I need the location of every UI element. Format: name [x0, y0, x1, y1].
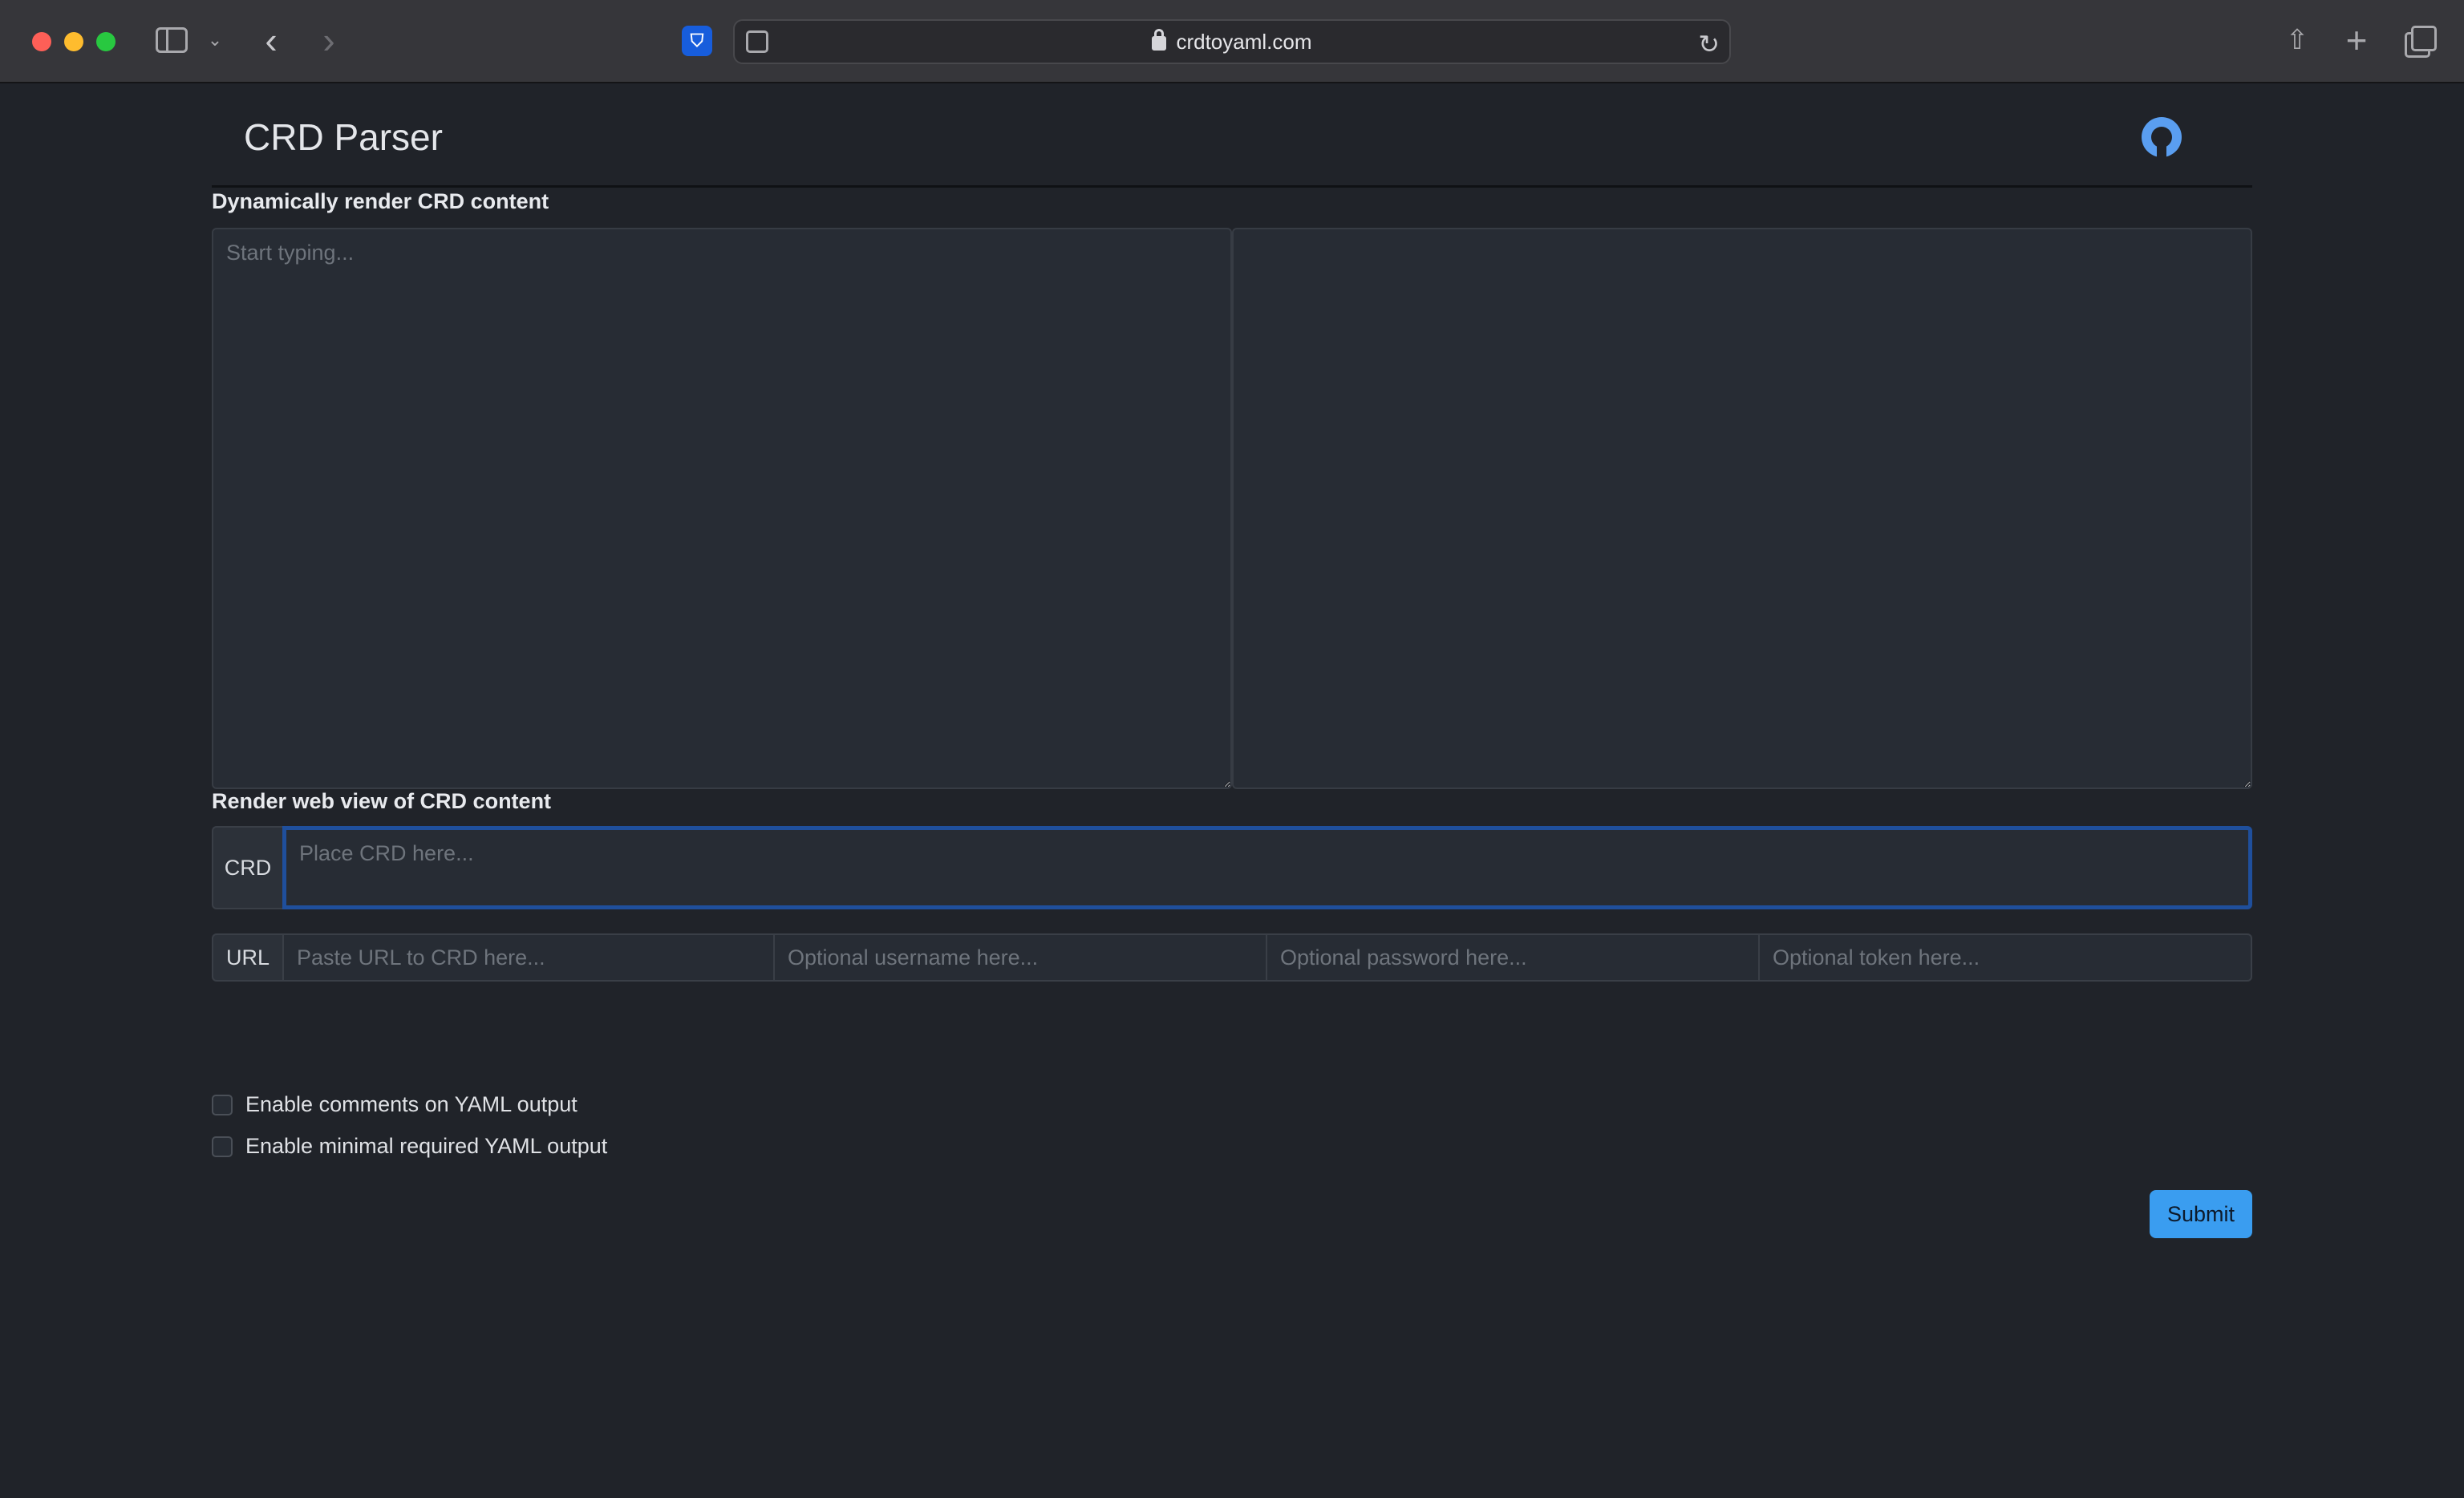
comments-option[interactable]: Enable comments on YAML output — [212, 1092, 578, 1117]
url-input-group: URL — [212, 933, 2252, 982]
minimal-option[interactable]: Enable minimal required YAML output — [212, 1134, 607, 1159]
url-text[interactable]: crdtoyaml.com — [1176, 30, 1311, 55]
maximize-window-button[interactable] — [96, 32, 116, 51]
crd-addon-label: CRD — [212, 826, 282, 909]
crd-url-input[interactable] — [282, 933, 775, 982]
forward-icon[interactable]: › — [314, 19, 343, 61]
page-content: CRD Parser Dynamically render CRD conten… — [212, 83, 2252, 1238]
chevron-down-icon[interactable]: ⌄ — [205, 27, 225, 53]
lock-icon — [1152, 29, 1167, 51]
password-input[interactable] — [1267, 933, 1760, 982]
yaml-output-area[interactable] — [1232, 228, 2252, 789]
minimize-window-button[interactable] — [64, 32, 83, 51]
sidebar-icon[interactable] — [156, 27, 188, 53]
close-window-button[interactable] — [32, 32, 51, 51]
browser-toolbar: ⌄ ‹ › ⛉ crdtoyaml.com ↻ ⇧ + — [0, 0, 2464, 83]
github-icon[interactable] — [2142, 117, 2182, 157]
page-title[interactable]: CRD Parser — [244, 115, 443, 159]
bitwarden-icon[interactable]: ⛉ — [682, 26, 712, 56]
address-bar[interactable]: crdtoyaml.com ↻ — [733, 19, 1731, 64]
crd-input[interactable] — [282, 826, 2252, 909]
back-icon[interactable]: ‹ — [257, 19, 286, 61]
crd-input-group: CRD — [212, 826, 2252, 909]
comments-label[interactable]: Enable comments on YAML output — [245, 1092, 578, 1117]
plus-icon[interactable]: + — [2340, 19, 2373, 61]
dynamic-render-label: Dynamically render CRD content — [212, 189, 549, 213]
page-header: CRD Parser — [212, 83, 2252, 188]
reader-icon[interactable] — [746, 30, 768, 53]
minimal-checkbox[interactable] — [212, 1136, 233, 1157]
comments-checkbox[interactable] — [212, 1094, 233, 1115]
web-render-label: Render web view of CRD content — [212, 789, 552, 813]
minimal-label[interactable]: Enable minimal required YAML output — [245, 1134, 607, 1159]
tabs-icon[interactable] — [2403, 24, 2437, 58]
username-input[interactable] — [775, 933, 1267, 982]
submit-button[interactable]: Submit — [2150, 1190, 2252, 1238]
share-icon[interactable]: ⇧ — [2283, 22, 2312, 58]
token-input[interactable] — [1760, 933, 2252, 982]
crd-editor-input[interactable] — [212, 228, 1232, 789]
reload-icon[interactable]: ↻ — [1698, 29, 1720, 59]
url-addon-label: URL — [212, 933, 282, 982]
